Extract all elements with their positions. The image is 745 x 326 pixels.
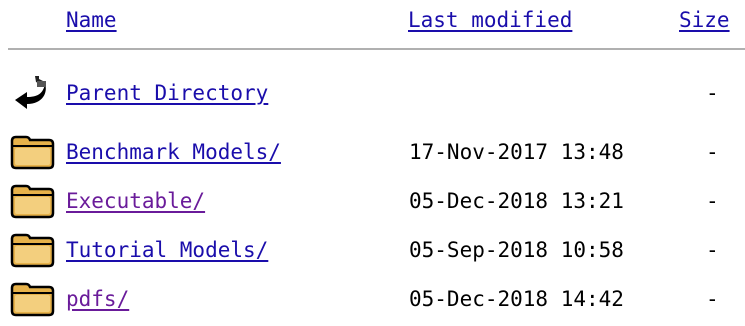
sort-by-name-link[interactable]: Name (66, 7, 117, 33)
parent-directory-link[interactable]: Parent Directory (66, 80, 268, 106)
last-modified-value: 05-Dec-2018 13:21 (409, 189, 624, 213)
tutorial-models-folder-link[interactable]: Tutorial Models/ (66, 237, 268, 263)
folder-icon (9, 131, 57, 171)
size-value: - (706, 140, 719, 164)
folder-icon (9, 229, 57, 269)
size-value: - (706, 287, 719, 311)
size-value: - (706, 189, 719, 213)
folder-icon (9, 278, 57, 318)
size-value: - (706, 81, 719, 105)
sort-by-size-link[interactable]: Size (679, 7, 730, 33)
listing-row-benchmark-models: Benchmark Models/ 17-Nov-2017 13:48 - (0, 131, 745, 171)
size-value: - (706, 238, 719, 262)
header-divider (8, 48, 745, 50)
pdfs-folder-link[interactable]: pdfs/ (66, 286, 129, 312)
listing-row-executable: Executable/ 05-Dec-2018 13:21 - (0, 180, 745, 220)
listing-row-parent-directory: Parent Directory - (0, 72, 745, 112)
executable-folder-link[interactable]: Executable/ (66, 188, 205, 214)
folder-icon (9, 180, 57, 220)
back-arrow-icon (9, 72, 57, 112)
last-modified-value: 05-Dec-2018 14:42 (409, 287, 624, 311)
listing-row-tutorial-models: Tutorial Models/ 05-Sep-2018 10:58 - (0, 229, 745, 269)
sort-by-last-modified-link[interactable]: Last modified (408, 7, 572, 33)
benchmark-models-folder-link[interactable]: Benchmark Models/ (66, 139, 281, 165)
listing-row-pdfs: pdfs/ 05-Dec-2018 14:42 - (0, 278, 745, 318)
last-modified-value: 17-Nov-2017 13:48 (409, 140, 624, 164)
last-modified-value: 05-Sep-2018 10:58 (409, 238, 624, 262)
